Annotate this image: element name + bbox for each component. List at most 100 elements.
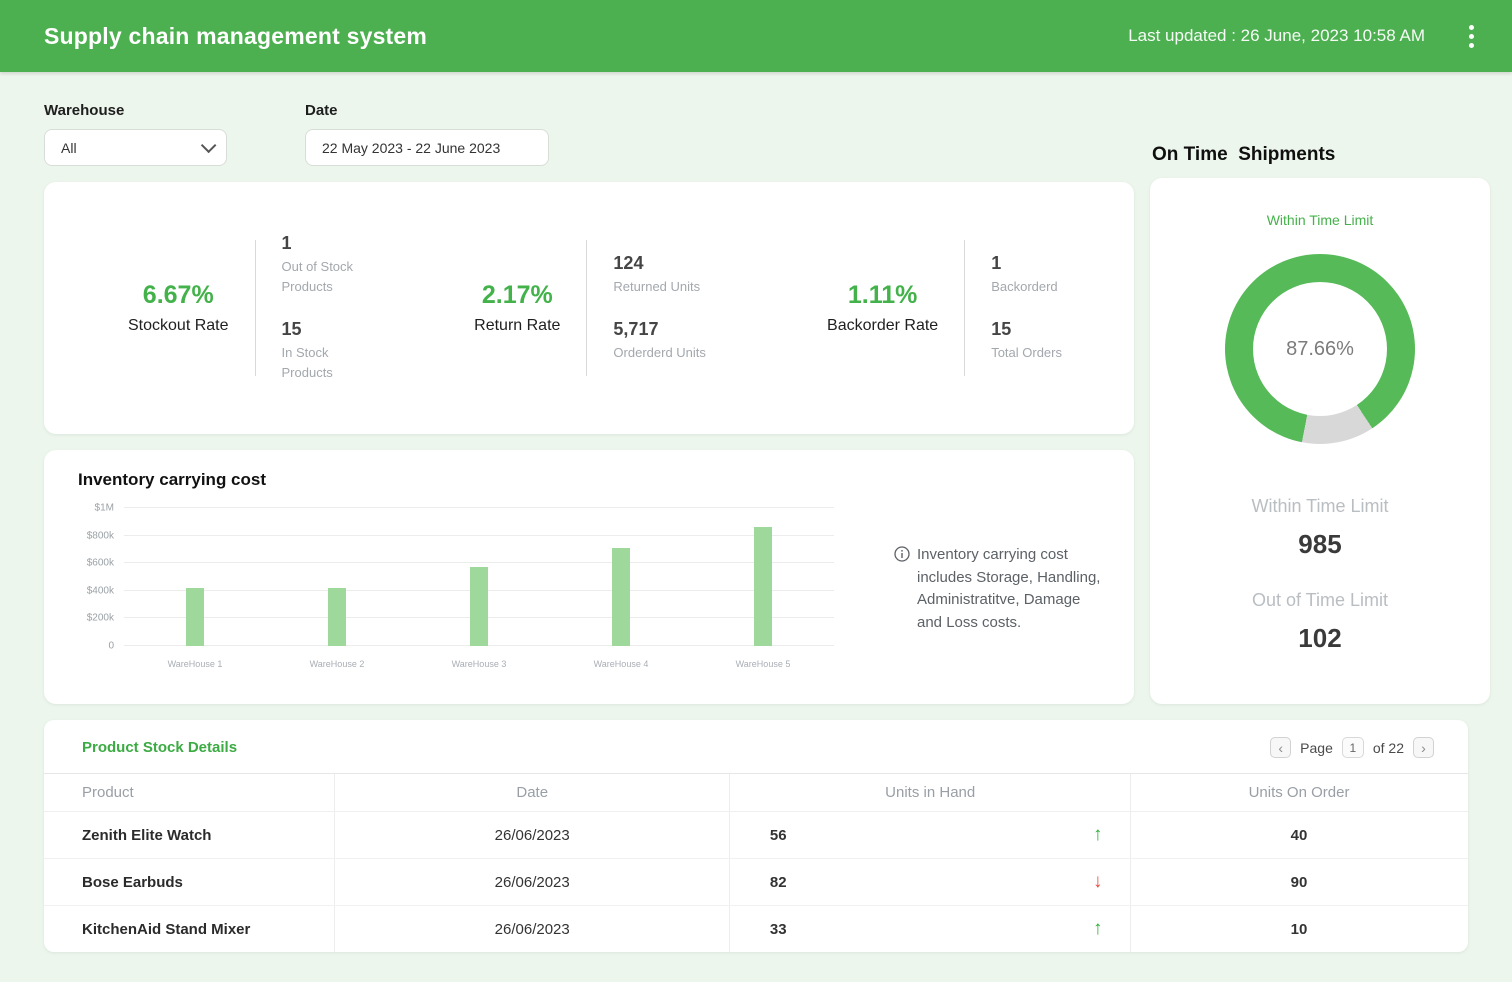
chevron-down-icon: [201, 138, 217, 154]
units-on-order-cell: 90: [1130, 859, 1466, 905]
column-header-units-on-order: Units On Order: [1130, 774, 1466, 811]
return-group: 2.17% Return Rate 124 Returned Units 5,7…: [474, 240, 706, 376]
date-cell: 26/06/2023: [334, 906, 728, 952]
returned-units-stat: 124 Returned Units: [613, 253, 705, 297]
y-tick-label: $400k: [87, 585, 114, 596]
x-tick-label: WareHouse 5: [692, 659, 834, 669]
product-cell: KitchenAid Stand Mixer: [44, 906, 334, 952]
product-cell: Zenith Elite Watch: [44, 812, 334, 858]
stat-value: 1: [991, 253, 1062, 274]
stat-value: 15: [282, 319, 354, 340]
trend-arrow-icon: ↑: [1093, 824, 1103, 846]
table-title: Product Stock Details: [82, 739, 237, 756]
return-rate-label: Return Rate: [474, 317, 560, 335]
info-icon: [894, 546, 910, 562]
pagination: ‹ Page 1 of 22 ›: [1270, 737, 1434, 758]
stat-label: Backorderd: [991, 277, 1062, 297]
inventory-cost-card: Inventory carrying cost 0$200k$400k$600k…: [44, 450, 1134, 704]
filters-row: Warehouse All Date 22 May 2023 - 22 June…: [44, 102, 1134, 166]
x-tick-label: WareHouse 1: [124, 659, 266, 669]
stockout-rate-label: Stockout Rate: [128, 317, 229, 335]
stat-value: 102: [1251, 623, 1388, 654]
date-cell: 26/06/2023: [334, 859, 728, 905]
stat-label: Returned Units: [613, 277, 705, 297]
stat-value: 985: [1251, 529, 1388, 560]
shipments-title: On Time Shipments: [1152, 144, 1490, 166]
date-cell: 26/06/2023: [334, 812, 728, 858]
column-header-product: Product: [44, 774, 334, 811]
main-column: Warehouse All Date 22 May 2023 - 22 June…: [44, 102, 1134, 704]
current-page-input[interactable]: 1: [1342, 737, 1364, 758]
units-in-hand-cell: 33 ↑: [729, 906, 1131, 952]
stat-label: Orderderd Units: [613, 343, 705, 363]
trend-arrow-icon: ↓: [1093, 871, 1103, 893]
warehouse-select[interactable]: All: [44, 129, 227, 166]
stat-label: In Stock Products: [282, 343, 354, 383]
backorder-rate-value: 1.11%: [827, 281, 938, 310]
app-title: Supply chain management system: [44, 23, 427, 50]
out-of-time-limit-stat: Out of Time Limit 102: [1251, 590, 1388, 654]
column-header-units-in-hand: Units in Hand: [729, 774, 1131, 811]
units-in-hand-cell: 82 ↓: [729, 859, 1131, 905]
table-row: KitchenAid Stand Mixer 26/06/2023 33 ↑ 1…: [44, 905, 1468, 952]
donut-center-value: 87.66%: [1286, 338, 1354, 361]
out-of-stock-stat: 1 Out of Stock Products: [282, 233, 354, 297]
bar: [754, 527, 772, 646]
y-tick-label: $1M: [95, 503, 114, 514]
bar: [612, 548, 630, 646]
backorder-rate-label: Backorder Rate: [827, 317, 938, 335]
plot-area: [124, 508, 834, 646]
y-tick-label: $600k: [87, 558, 114, 569]
table-header-row: Product Date Units in Hand Units On Orde…: [44, 773, 1468, 812]
ordered-units-stat: 5,717 Orderderd Units: [613, 319, 705, 363]
units-in-hand-value: 56: [770, 827, 787, 844]
date-range-input[interactable]: 22 May 2023 - 22 June 2023: [305, 129, 549, 166]
backordered-stat: 1 Backorderd: [991, 253, 1062, 297]
units-on-order-cell: 10: [1130, 906, 1466, 952]
backorder-group: 1.11% Backorder Rate 1 Backorderd 15 Tot…: [827, 240, 1062, 376]
trend-arrow-icon: ↑: [1093, 918, 1103, 940]
warehouse-label: Warehouse: [44, 102, 227, 119]
warehouse-select-value: All: [61, 140, 77, 156]
stat-label: Total Orders: [991, 343, 1062, 363]
divider: [586, 240, 587, 376]
within-time-limit-stat: Within Time Limit 985: [1251, 496, 1388, 560]
stat-label: Within Time Limit: [1251, 496, 1388, 517]
y-axis: 0$200k$400k$600k$800k$1M: [78, 508, 124, 646]
next-page-button[interactable]: ›: [1413, 737, 1434, 758]
x-axis-labels: WareHouse 1WareHouse 2WareHouse 3WareHou…: [124, 659, 834, 669]
y-tick-label: $200k: [87, 613, 114, 624]
app-header: Supply chain management system Last upda…: [0, 0, 1512, 72]
page-label: Page: [1300, 740, 1333, 756]
total-orders-stat: 15 Total Orders: [991, 319, 1062, 363]
units-in-hand-value: 82: [770, 874, 787, 891]
shipments-column: On Time Shipments Within Time Limit 87.6…: [1150, 102, 1490, 704]
last-updated-text: Last updated : 26 June, 2023 10:58 AM: [1128, 26, 1425, 46]
table-row: Zenith Elite Watch 26/06/2023 56 ↑ 40: [44, 812, 1468, 858]
units-on-order-cell: 40: [1130, 812, 1466, 858]
bar: [470, 567, 488, 646]
table-row: Bose Earbuds 26/06/2023 82 ↓ 90: [44, 858, 1468, 905]
bar: [186, 588, 204, 646]
in-stock-stat: 15 In Stock Products: [282, 319, 354, 383]
page-count-label: of 22: [1373, 740, 1404, 756]
y-tick-label: $800k: [87, 530, 114, 541]
product-stock-card: Product Stock Details ‹ Page 1 of 22 › P…: [44, 720, 1468, 952]
y-tick-label: 0: [108, 641, 114, 652]
stat-value: 1: [282, 233, 354, 254]
stockout-rate-value: 6.67%: [128, 281, 229, 310]
bar: [328, 588, 346, 646]
kebab-menu-icon[interactable]: [1461, 17, 1482, 56]
bar-chart: 0$200k$400k$600k$800k$1M WareHouse 1Ware…: [78, 508, 834, 669]
date-label: Date: [305, 102, 549, 119]
column-header-date: Date: [334, 774, 728, 811]
return-rate-value: 2.17%: [474, 281, 560, 310]
shipments-card: Within Time Limit 87.66% Within Time Lim…: [1150, 178, 1490, 704]
x-tick-label: WareHouse 3: [408, 659, 550, 669]
stat-value: 5,717: [613, 319, 705, 340]
product-stock-table: Product Date Units in Hand Units On Orde…: [44, 773, 1468, 952]
prev-page-button[interactable]: ‹: [1270, 737, 1291, 758]
x-tick-label: WareHouse 4: [550, 659, 692, 669]
divider: [964, 240, 965, 376]
divider: [255, 240, 256, 376]
